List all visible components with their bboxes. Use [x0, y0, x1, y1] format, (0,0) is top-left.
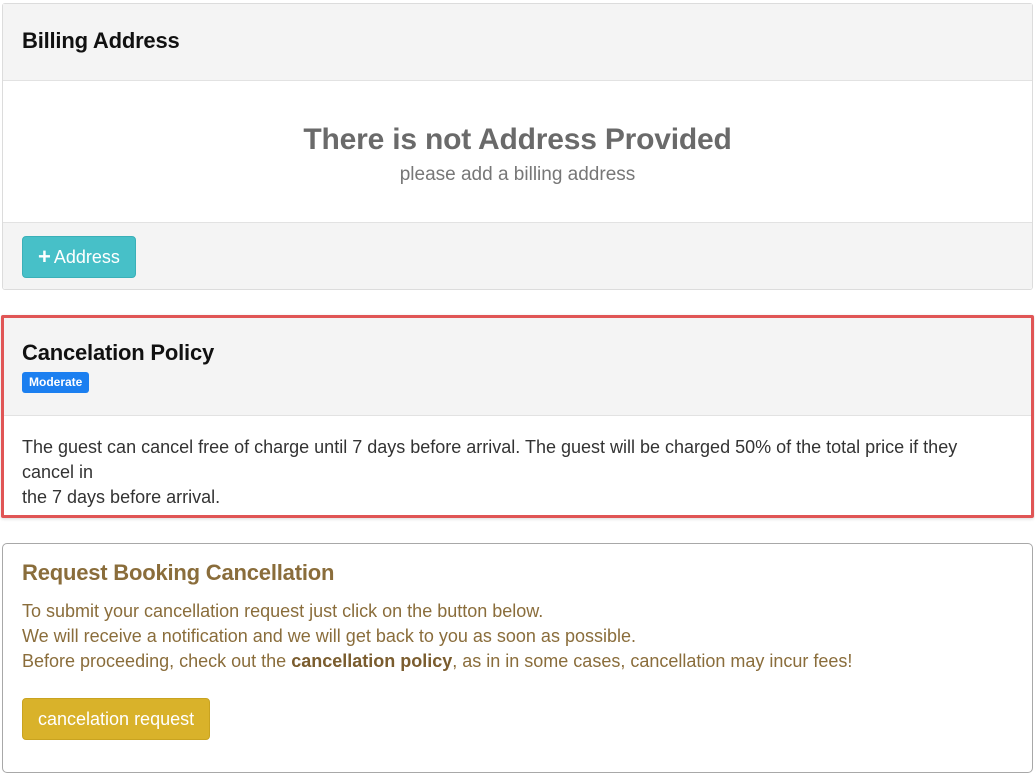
- billing-card-title: Billing Address: [22, 28, 180, 53]
- cancelation-request-button[interactable]: cancelation request: [22, 698, 211, 740]
- billing-card-footer: + Address: [3, 222, 1032, 289]
- request-instructions: To submit your cancellation request just…: [22, 599, 1013, 674]
- empty-state-subtitle: please add a billing address: [399, 164, 636, 185]
- add-address-button[interactable]: + Address: [22, 236, 136, 278]
- policy-description-line-1: The guest can cancel free of charge unti…: [22, 437, 958, 482]
- policy-type-badge: Moderate: [22, 372, 90, 393]
- line-3-prefix: Before proceeding, check out the: [22, 651, 292, 671]
- billing-empty-state: There is not Address Provided please add…: [3, 81, 1032, 222]
- policy-card-header: Cancelation Policy Moderate: [4, 318, 1031, 416]
- policy-description: The guest can cancel free of charge unti…: [4, 416, 1031, 510]
- request-cancellation-card: Request Booking Cancellation To submit y…: [2, 543, 1033, 773]
- add-address-label: Address: [53, 246, 120, 267]
- plus-icon: +: [38, 244, 51, 269]
- line-3-suffix: , as in in some cases, cancellation may …: [452, 651, 853, 671]
- request-instruction-line-2: We will receive a notification and we wi…: [22, 626, 636, 646]
- billing-card-header: Billing Address: [3, 4, 1032, 81]
- policy-card-title: Cancelation Policy: [22, 340, 215, 365]
- cancellation-policy-reference: cancellation policy: [291, 651, 453, 671]
- request-instruction-line-1: To submit your cancellation request just…: [22, 601, 544, 621]
- policy-description-line-2: the 7 days before arrival.: [22, 487, 221, 507]
- request-instruction-line-3: Before proceeding, check out the cancell…: [22, 649, 1013, 674]
- request-card-title: Request Booking Cancellation: [22, 560, 335, 585]
- empty-state-title: There is not Address Provided: [303, 123, 732, 156]
- cancelation-policy-card: Cancelation Policy Moderate The guest ca…: [1, 315, 1034, 518]
- billing-address-card: Billing Address There is not Address Pro…: [2, 3, 1033, 290]
